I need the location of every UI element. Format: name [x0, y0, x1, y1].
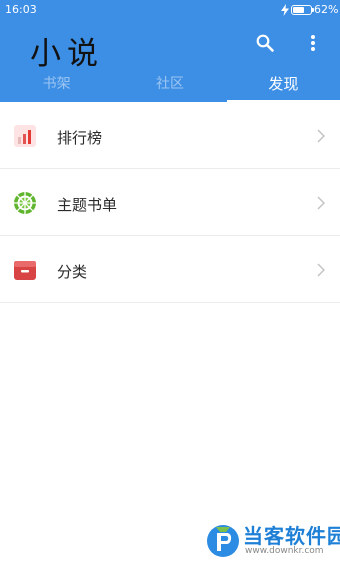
tab-community[interactable]: 社区	[113, 74, 226, 102]
list-item-category[interactable]: 分类	[0, 236, 340, 303]
app-screen: 16:03 62% 小说 书架 社区 发现 排行榜 主题书单 分类 当客软件园 …	[0, 0, 340, 566]
watermark: 当客软件园 www.downkr.com	[205, 520, 340, 566]
app-bar: 小说 书架 社区 发现	[0, 20, 340, 102]
tab-label: 书架	[42, 76, 71, 92]
status-time: 16:03	[5, 3, 37, 16]
chevron-right-icon	[317, 263, 325, 277]
tab-bar: 书架 社区 发现	[0, 74, 340, 102]
watermark-name: 当客软件园	[243, 524, 340, 548]
tab-bookshelf[interactable]: 书架	[0, 74, 113, 102]
search-icon[interactable]	[256, 34, 274, 52]
watermark-url: www.downkr.com	[245, 546, 324, 556]
watermark-logo-icon	[207, 525, 239, 557]
list-item-theme-booklist[interactable]: 主题书单	[0, 169, 340, 236]
more-vertical-icon[interactable]	[303, 33, 323, 53]
battery-percent: 62%	[314, 3, 339, 16]
category-box-icon	[14, 261, 36, 280]
item-label: 分类	[57, 263, 88, 281]
chevron-right-icon	[317, 196, 325, 210]
item-label: 排行榜	[57, 129, 103, 147]
chevron-right-icon	[317, 129, 325, 143]
ranking-chart-icon	[14, 125, 36, 147]
discover-list: 排行榜 主题书单 分类	[0, 102, 340, 303]
battery-icon	[291, 5, 314, 15]
app-title: 小说	[30, 36, 104, 72]
tab-discover[interactable]: 发现	[227, 74, 340, 102]
theme-booklist-icon	[14, 192, 36, 214]
status-bar: 16:03 62%	[0, 0, 340, 20]
item-label: 主题书单	[57, 196, 118, 214]
tab-label: 发现	[268, 75, 299, 93]
list-item-ranking[interactable]: 排行榜	[0, 102, 340, 169]
charging-bolt-icon	[281, 4, 289, 16]
tab-label: 社区	[155, 76, 184, 92]
